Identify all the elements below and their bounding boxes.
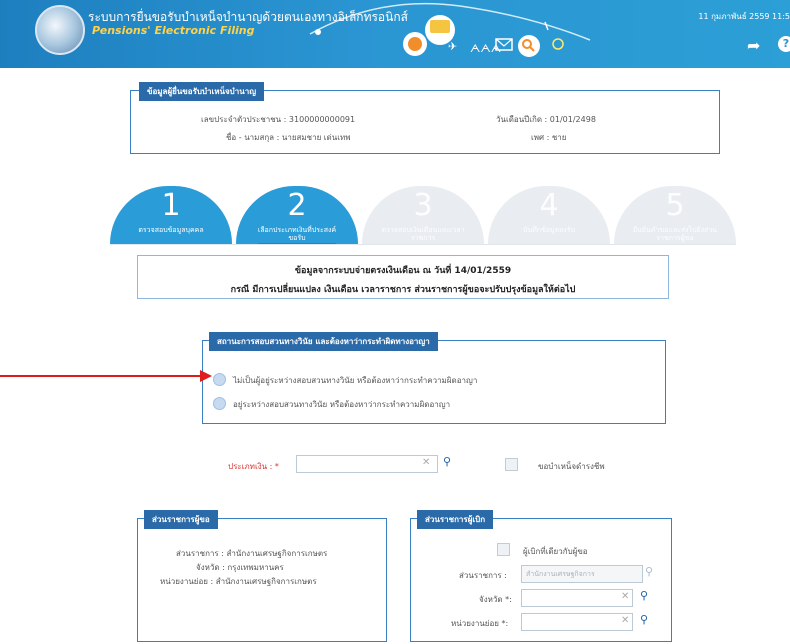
help-icon[interactable]: ? — [778, 36, 790, 52]
notice-line-1: ข้อมูลจากระบบจ่ายตรงเงินเดือน ณ วันที่ 1… — [294, 266, 512, 276]
notice-line-2: กรณี มีการเปลี่ยนแปลง เงินเดือน เวลาราชก… — [230, 285, 576, 295]
current-datetime: 11 กุมภาพันธ์ 2559 11:5 — [698, 12, 790, 21]
applicant-info-panel: ข้อมูลผู้ยื่นขอรับบำเหน็จบำนาญ เลขประจำต… — [130, 82, 720, 154]
payer-province-select[interactable] — [521, 589, 633, 607]
clear-money-type-icon[interactable]: ✕ — [422, 457, 430, 468]
living-allowance-checkbox[interactable] — [505, 458, 518, 471]
payer-unit-select[interactable] — [521, 613, 633, 631]
app-header: ระบบการยื่นขอรับบำเหน็จบำนาญด้วยตนเองทาง… — [0, 0, 790, 68]
birth-date-text: วันเดือนปีเกิด : 01/01/2498 — [496, 115, 596, 124]
search-money-type-icon[interactable]: ⚲ — [443, 455, 451, 468]
radio-under-investigation[interactable] — [213, 397, 226, 410]
clear-payer-province-icon[interactable]: ✕ — [621, 591, 629, 602]
clear-payer-unit-icon[interactable]: ✕ — [621, 615, 629, 626]
payroll-notice-box: ข้อมูลจากระบบจ่ายตรงเงินเดือน ณ วันที่ 1… — [137, 255, 669, 299]
red-arrow-annotation — [0, 370, 212, 382]
option-under-investigation-label: อยู่ระหว่างสอบสวนทางวินัย หรือต้องหาว่าก… — [233, 400, 451, 409]
search-payer-agency-icon[interactable]: ⚲ — [645, 565, 653, 578]
payer-agency-placeholder: สำนักงานเศรษฐกิจการ — [526, 570, 595, 578]
search-payer-province-icon[interactable]: ⚲ — [640, 589, 648, 602]
agency-payer-legend: ส่วนราชการผู้เบิก — [417, 510, 494, 529]
investigation-status-panel: สถานะการสอบสวนทางวินัย และต้องหาว่ากระทำ… — [202, 332, 666, 424]
citizen-id-text: เลขประจำตัวประชาชน : 3100000000091 — [201, 115, 356, 124]
app-title-english: Pensions' Electronic Filing — [92, 24, 255, 37]
search-payer-unit-icon[interactable]: ⚲ — [640, 613, 648, 626]
step-4-tab[interactable]: 4 บันทึกข้อมูลลงรับ — [488, 186, 610, 244]
government-seal-logo — [35, 5, 85, 55]
money-type-select[interactable] — [296, 455, 438, 473]
investigation-status-legend: สถานะการสอบสวนทางวินัย และต้องหาว่ากระทำ… — [209, 332, 438, 351]
payer-agency-label: ส่วนราชการ : — [459, 571, 507, 580]
payer-unit-label: หน่วยงานย่อย *: — [451, 619, 509, 628]
same-payer-checkbox[interactable] — [497, 543, 510, 556]
applicant-info-legend: ข้อมูลผู้ยื่นขอรับบำเหน็จบำนาญ — [139, 82, 265, 101]
step-3-tab[interactable]: 3 ตรวจสอบเงินเดือนและเวลาราชการ — [362, 186, 484, 244]
agency-payer-panel: ส่วนราชการผู้เบิก ผู้เบิกที่เดียวกับผู้ข… — [410, 510, 672, 642]
same-payer-label: ผู้เบิกที่เดียวกับผู้ขอ — [523, 547, 588, 556]
applicant-province-text: จังหวัด : กรุงเทพมหานคร — [196, 563, 284, 572]
back-arrow-icon[interactable]: ➦ — [747, 36, 760, 55]
svg-text:✈: ✈ — [448, 40, 457, 53]
payer-province-label: จังหวัด *: — [479, 595, 512, 604]
step-5-tab[interactable]: 5 ยืนยันคำขอและส่งไปยังส่วนราชการผู้ขอ — [614, 186, 736, 244]
money-type-label: ประเภทเงิน : * — [228, 462, 279, 471]
step-2-tab[interactable]: 2 เลือกประเภทเงินที่ประสงค์ขอรับ — [236, 186, 358, 245]
applicant-unit-text: หน่วยงานย่อย : สำนักงานเศรษฐกิจการเกษตร — [160, 577, 317, 586]
full-name-text: ชื่อ - นามสกุล : นายสมชาย เด่นเทพ — [226, 133, 351, 142]
step-1-tab[interactable]: 1 ตรวจสอบข้อมูลบุคคล — [110, 186, 232, 244]
steps-divider — [110, 244, 736, 245]
option-not-under-investigation-label: ไม่เป็นผู้อยู่ระหว่างสอบสวนทางวินัย หรือ… — [233, 376, 478, 385]
agency-applicant-legend: ส่วนราชการผู้ขอ — [144, 510, 218, 529]
sex-text: เพศ : ชาย — [531, 133, 567, 142]
applicant-agency-text: ส่วนราชการ : สำนักงานเศรษฐกิจการเกษตร — [176, 549, 328, 558]
living-allowance-label: ขอบำเหน็จดำรงชีพ — [538, 462, 605, 471]
agency-applicant-panel: ส่วนราชการผู้ขอ ส่วนราชการ : สำนักงานเศร… — [137, 510, 387, 642]
payer-agency-select[interactable]: สำนักงานเศรษฐกิจการ — [521, 565, 643, 583]
header-decoration-icons: ✈ ᗅᗅᗅ — [309, 2, 591, 57]
